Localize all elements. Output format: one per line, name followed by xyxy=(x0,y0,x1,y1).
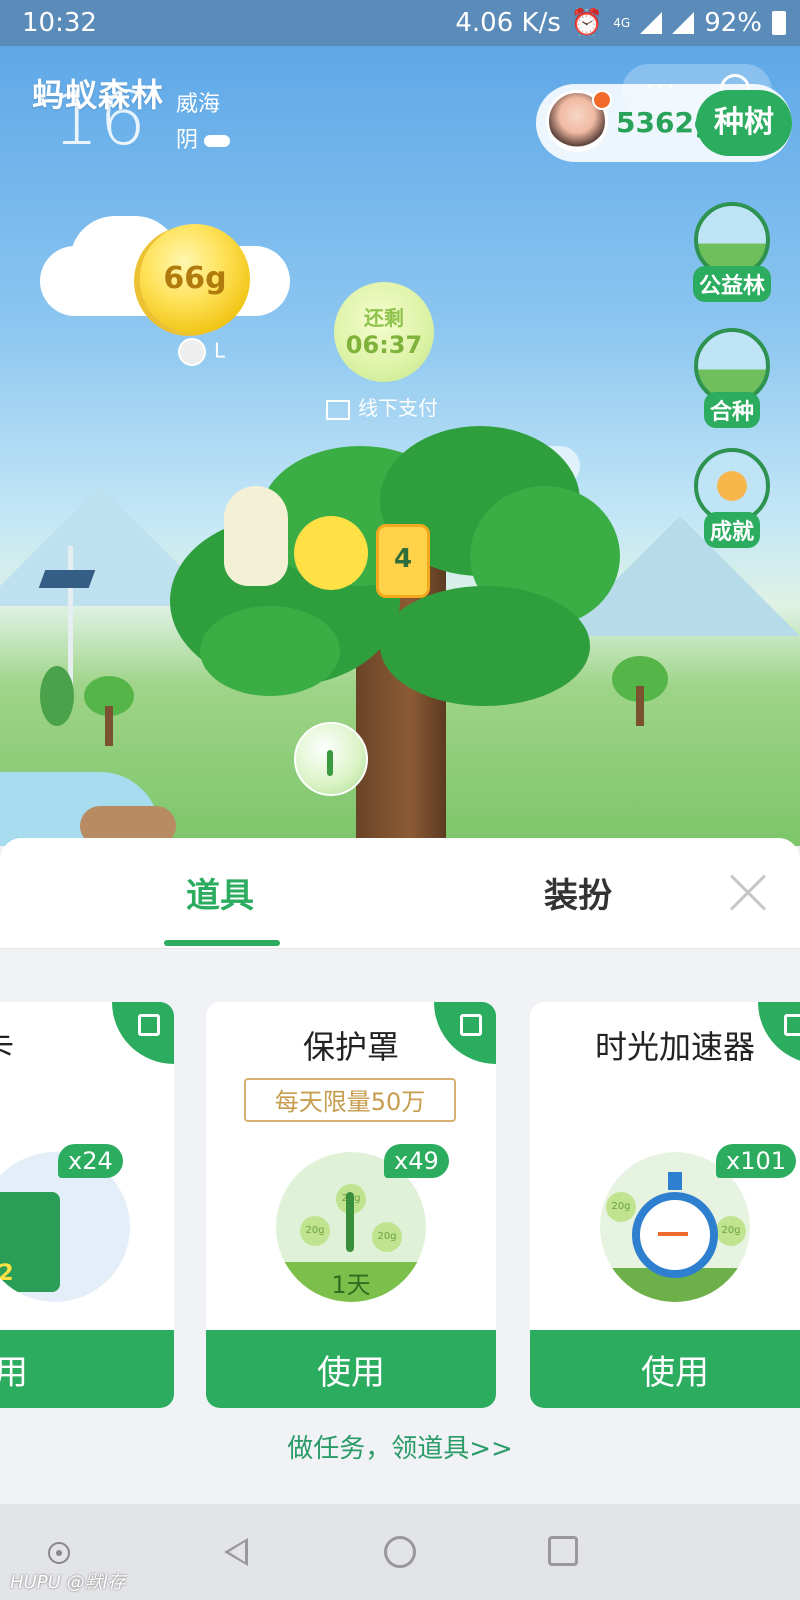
timer-label: 还剩 xyxy=(364,306,404,330)
prop-card-shield: 保护罩 每天限量50万 20g 20g 20g 1天 x49 使用 xyxy=(206,1002,496,1408)
sprout-icon xyxy=(346,1192,354,1252)
energy-ball[interactable]: 66g xyxy=(140,224,250,334)
network-type: 4G xyxy=(613,16,631,30)
chick-decoration xyxy=(294,516,368,590)
prop-name: 时光加速器 xyxy=(594,1028,755,1066)
stopwatch-crown xyxy=(668,1172,682,1190)
battery-percent: 92% xyxy=(704,8,762,38)
side-button-label: 成就 xyxy=(703,512,760,548)
app-title: 蚂蚁森林 xyxy=(32,76,165,114)
user-energy-pill[interactable]: 5362g 种树 xyxy=(536,84,792,162)
daily-limit-tag: 每天限量50万 xyxy=(244,1078,456,1122)
prop-count: x24 xyxy=(58,1144,123,1178)
home-icon[interactable] xyxy=(384,1536,416,1568)
countdown-ball[interactable]: 还剩 06:37 xyxy=(334,282,434,382)
use-button[interactable]: 使用 xyxy=(530,1330,800,1408)
small-tree xyxy=(40,666,74,726)
stopwatch-hand xyxy=(658,1232,688,1236)
weather-text: 阴 xyxy=(176,128,199,153)
use-button[interactable]: 使用 xyxy=(206,1330,496,1408)
prop-count: x49 xyxy=(384,1144,449,1178)
watermark: HUPU @默l存 xyxy=(10,1572,126,1593)
hand-icon: x2 xyxy=(0,1192,60,1292)
energy-bubble: 20g xyxy=(606,1192,636,1222)
side-button-label: 合种 xyxy=(703,392,760,428)
recents-icon[interactable] xyxy=(548,1536,578,1566)
props-sheet: 道具 装扮 量双击卡 x2 x24 使用 保护罩 每天限量50万 20g 20g… xyxy=(0,838,800,1600)
sprout-bubble[interactable] xyxy=(294,722,368,796)
solar-pole xyxy=(68,546,73,686)
tab-tools[interactable]: 道具 xyxy=(186,868,254,917)
active-tab-indicator xyxy=(164,940,280,946)
cloud-icon xyxy=(204,135,231,147)
task-link[interactable]: 做任务，领道具>> xyxy=(0,1428,800,1465)
energy-owner: L xyxy=(178,338,225,366)
timer-value: 06:37 xyxy=(345,331,423,359)
prop-card-time-accelerator: 时光加速器 20g 20g x101 使用 xyxy=(530,1002,800,1408)
tree-canopy xyxy=(380,586,590,706)
prop-name: 保护罩 xyxy=(302,1028,399,1066)
sheet-tabs: 道具 装扮 xyxy=(0,838,800,949)
close-icon[interactable] xyxy=(728,872,768,912)
city-name: 威海 xyxy=(176,92,221,117)
status-time: 10:32 xyxy=(22,8,97,38)
small-tree-trunk xyxy=(105,706,113,746)
side-button-public-forest[interactable]: 公益林 xyxy=(692,202,772,302)
energy-bubble: 20g xyxy=(372,1222,402,1252)
energy-bubble: 20g xyxy=(716,1216,746,1246)
side-button-co-plant[interactable]: 合种 xyxy=(692,328,772,428)
bunny-decoration xyxy=(224,486,288,586)
prop-card-double-hit: 量双击卡 x2 x24 使用 xyxy=(0,1002,174,1408)
owner-name: L xyxy=(214,338,226,363)
side-button-label: 公益林 xyxy=(692,266,771,302)
small-tree-trunk xyxy=(636,686,644,726)
barcode-icon xyxy=(326,399,350,420)
back-icon[interactable] xyxy=(224,1538,248,1566)
plant-tree-button[interactable]: 种树 xyxy=(696,90,792,156)
signal-icon-2 xyxy=(672,12,695,34)
prop-count: x101 xyxy=(716,1144,797,1178)
weather-status: 阴 xyxy=(176,122,231,154)
prop-name: 量双击卡 xyxy=(0,1022,174,1068)
tree-canopy xyxy=(200,606,340,696)
shield-duration: 1天 xyxy=(331,1271,371,1299)
alarm-icon: ⏰ xyxy=(570,8,604,38)
signal-icon xyxy=(640,12,663,34)
tab-dress-up[interactable]: 装扮 xyxy=(544,868,612,917)
status-bar: 10:32 4.06 K/s ⏰ 4G 92% xyxy=(0,0,800,46)
notification-dot xyxy=(592,90,612,110)
offline-pay-label: 线下支付 xyxy=(358,396,438,420)
status-right: 4.06 K/s ⏰ 4G 92% xyxy=(455,8,786,38)
use-button[interactable]: 使用 xyxy=(0,1330,174,1408)
network-speed: 4.06 K/s xyxy=(455,8,561,38)
medal-badge[interactable]: 4 xyxy=(376,524,430,598)
user-icon xyxy=(178,338,206,366)
forest-scene: 16 蚂蚁森林 威海 阴 ··· 5362g 种树 公益林 合种 成就 66g … xyxy=(0,46,800,846)
assistant-icon[interactable] xyxy=(48,1542,70,1564)
offline-pay-tag: 线下支付 xyxy=(326,392,438,421)
side-button-achievement[interactable]: 成就 xyxy=(692,448,772,548)
solar-panel xyxy=(38,570,96,588)
battery-icon xyxy=(772,11,786,35)
hand-icon-text: x2 xyxy=(0,1261,14,1286)
energy-bubble: 20g xyxy=(300,1216,330,1246)
